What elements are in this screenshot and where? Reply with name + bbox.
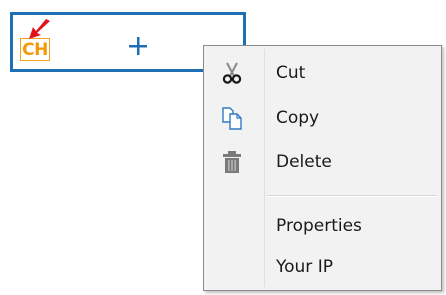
scissors-icon [222,62,242,84]
menu-item-properties[interactable]: Properties [206,208,439,244]
ch-badge-label: CH [22,40,48,60]
menu-item-cut[interactable]: Cut [206,55,439,91]
menu-item-label: Properties [276,216,362,236]
arrow-icon [29,19,50,39]
context-menu: Cut Copy Delete Properties Your IP [203,45,442,291]
menu-item-delete[interactable]: Delete [206,144,439,180]
menu-separator [266,195,437,197]
menu-item-label: Delete [276,152,332,172]
trash-icon [223,151,241,173]
plus-icon[interactable] [127,35,149,57]
menu-item-label: Your IP [276,257,333,277]
menu-item-label: Cut [276,63,306,83]
menu-item-label: Copy [276,108,320,128]
menu-item-your-ip[interactable]: Your IP [206,249,439,285]
menu-item-copy[interactable]: Copy [206,100,439,136]
canvas: CH Cut Copy Delete Properties Your IP [0,0,446,295]
copy-icon [222,107,242,130]
